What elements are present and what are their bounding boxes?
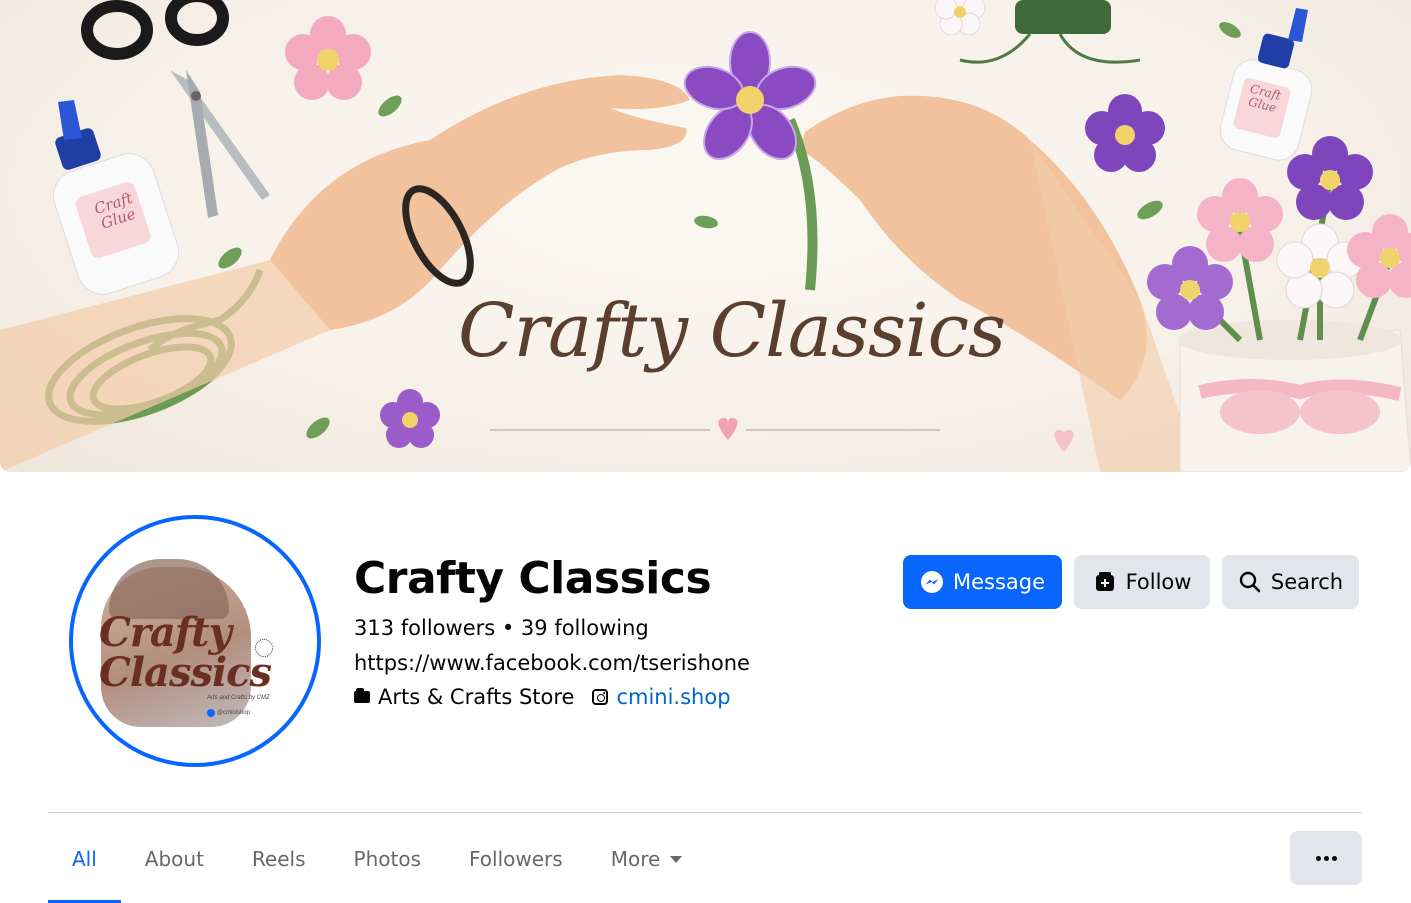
follower-counts[interactable]: 313 followers • 39 following bbox=[354, 616, 649, 640]
messenger-icon bbox=[920, 571, 943, 593]
white-flower-top bbox=[934, 0, 986, 36]
cover-illustration bbox=[0, 0, 1411, 472]
flower-vase bbox=[1147, 136, 1411, 472]
caret-down-icon bbox=[670, 855, 683, 863]
tab-photos[interactable]: Photos bbox=[330, 832, 445, 886]
follow-icon bbox=[1095, 572, 1114, 591]
instagram-icon bbox=[592, 689, 609, 705]
heart-decorations bbox=[490, 418, 1074, 452]
category-icon bbox=[354, 688, 370, 703]
purple-flower-right1 bbox=[1085, 94, 1165, 172]
tab-reels[interactable]: Reels bbox=[228, 832, 330, 886]
profile-tabs: All About Reels Photos Followers More bbox=[48, 832, 706, 903]
avatar-handle-text: @cminishop bbox=[217, 710, 251, 716]
search-icon bbox=[1239, 571, 1261, 593]
more-options-icon bbox=[1315, 855, 1321, 861]
cover-title: Crafty Classics bbox=[458, 288, 1006, 374]
more-options-button[interactable] bbox=[1290, 831, 1362, 885]
follow-button[interactable]: Follow bbox=[1074, 555, 1210, 609]
tab-more[interactable]: More bbox=[587, 832, 707, 886]
category-label[interactable]: Arts & Crafts Store bbox=[378, 685, 574, 709]
instagram-link[interactable]: cmini.shop bbox=[616, 685, 730, 709]
spool-illustration bbox=[959, 0, 1141, 64]
tab-more-label: More bbox=[610, 847, 661, 871]
cover-photo[interactable]: Crafty Classics Craft Glue Craft Glue bbox=[0, 0, 1411, 472]
more-options-dot bbox=[1331, 855, 1337, 861]
message-button-label: Message bbox=[952, 570, 1046, 594]
message-button[interactable]: Message bbox=[903, 555, 1062, 609]
more-options-dot bbox=[1323, 855, 1329, 861]
facebook-icon bbox=[207, 709, 215, 717]
avatar-logo-line2: Classics bbox=[99, 649, 272, 696]
avatar-handle: @cminishop bbox=[207, 709, 250, 717]
search-button[interactable]: Search bbox=[1222, 555, 1359, 609]
profile-url: https://www.facebook.com/tserishone bbox=[354, 651, 750, 675]
profile-picture[interactable]: Crafty Classics Arts and Crafts by CMZ @… bbox=[69, 515, 321, 767]
tabs-divider bbox=[48, 812, 1362, 813]
follow-button-label: Follow bbox=[1125, 570, 1192, 594]
avatar-logo: Crafty Classics Arts and Crafts by CMZ @… bbox=[79, 525, 311, 757]
avatar-subtitle: Arts and Crafts by CMZ bbox=[207, 695, 270, 701]
purple-flower-small bbox=[380, 389, 440, 448]
tab-all[interactable]: All bbox=[48, 832, 121, 903]
page-details: Arts & Crafts Store cmini.shop bbox=[354, 685, 731, 709]
pink-flower-topleft bbox=[285, 16, 371, 100]
page-title: Crafty Classics bbox=[354, 553, 712, 604]
avatar-seal-icon bbox=[255, 639, 273, 657]
search-button-label: Search bbox=[1270, 570, 1344, 594]
tab-about[interactable]: About bbox=[121, 832, 228, 886]
tab-followers[interactable]: Followers bbox=[445, 832, 587, 886]
